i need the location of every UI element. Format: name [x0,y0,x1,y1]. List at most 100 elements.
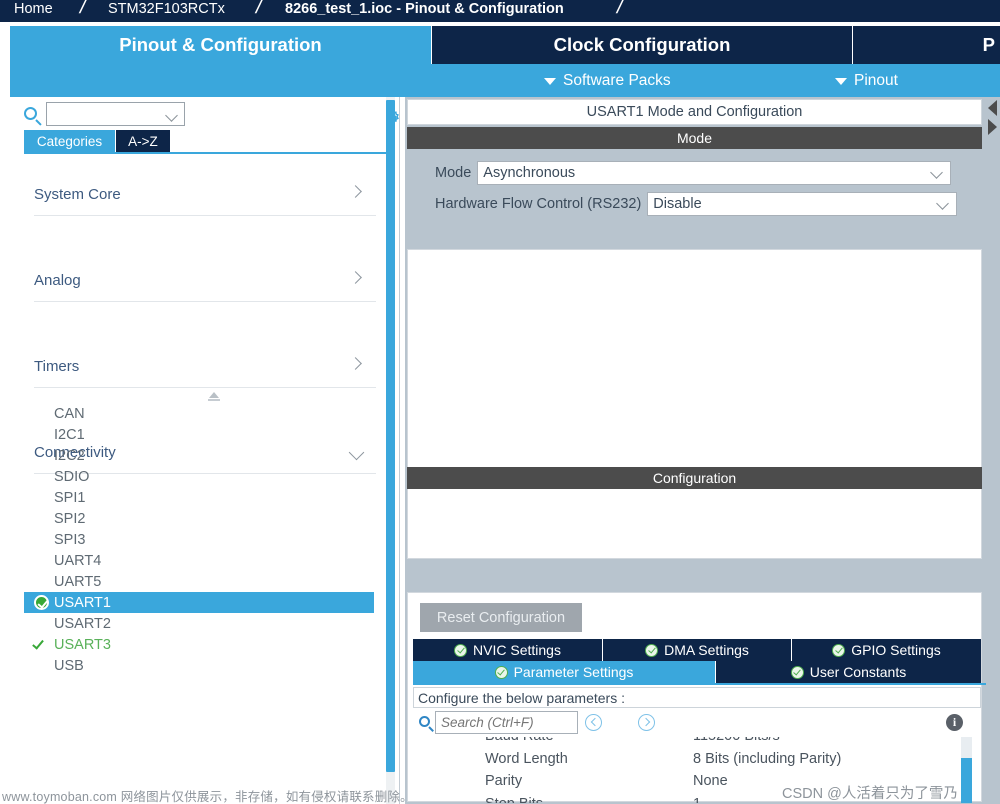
parameter-scrollbar-thumb[interactable] [961,758,972,803]
search-combo[interactable] [46,102,185,126]
info-icon[interactable]: i [946,714,963,731]
check-circle-icon [494,665,508,679]
chevron-down-icon [936,197,950,210]
check-circle-icon [832,643,846,657]
flow-control-select[interactable]: Disable [647,192,958,216]
menu-software-packs-label: Software Packs [563,71,671,89]
peripheral-i2c2[interactable]: I2C2 [24,445,374,466]
peripheral-list: CAN I2C1 I2C2 SDIO SPI1 SPI2 SPI3 UART4 … [24,403,374,676]
peripheral-label: USART3 [54,636,111,653]
chevron-right-icon [349,185,362,198]
breadcrumb-separator: / [614,0,626,18]
scroll-up-arrow-icon[interactable] [207,389,221,401]
peripheral-label: CAN [54,405,85,422]
table-row[interactable]: Baud Rate 115200 Bits/s [413,737,981,748]
peripheral-usart3[interactable]: USART3 [24,634,374,655]
breadcrumb-separator: / [253,0,265,18]
chevron-down-icon [930,166,944,179]
peripheral-label: USB [54,657,84,674]
sidebar-category-analog[interactable]: Analog [34,259,376,302]
breadcrumb-separator: / [77,0,89,18]
tab-gpio-settings[interactable]: GPIO Settings [792,639,981,661]
tab-clock-configuration[interactable]: Clock Configuration [432,26,852,64]
peripheral-spi3[interactable]: SPI3 [24,529,374,550]
menu-pinout[interactable]: Pinout [835,64,898,97]
peripheral-usart2[interactable]: USART2 [24,613,374,634]
chevron-right-icon [349,357,362,370]
peripheral-can[interactable]: CAN [24,403,374,424]
breadcrumb-item-home[interactable]: Home [14,0,53,20]
parameter-search-input[interactable] [435,711,578,734]
configure-note: Configure the below parameters : [413,687,981,708]
flow-control-field-row: Hardware Flow Control (RS232) Disable [435,192,958,216]
peripheral-usb[interactable]: USB [24,655,374,676]
parameter-value: 8 Bits (including Parity) [693,750,842,767]
chevron-down-icon [544,78,556,85]
tab-dma-settings[interactable]: DMA Settings [603,639,792,661]
chevron-down-icon [165,109,178,122]
parameter-name: Parity [485,773,523,790]
peripheral-sidebar: Categories A->Z System Core Analog Timer… [10,97,400,804]
breadcrumb-item-mcu[interactable]: STM32F103RCTx [108,0,225,20]
sidebar-category-label: Timers [34,357,80,375]
chevron-right-circle-icon[interactable] [638,714,655,731]
tab-project-manager[interactable]: P [853,26,1000,64]
mode-field-row: Mode Asynchronous [435,161,952,185]
tab-dma-label: DMA Settings [664,642,749,658]
peripheral-spi2[interactable]: SPI2 [24,508,374,529]
tab-user-constants[interactable]: User Constants [716,661,981,683]
parameter-search-row: i [413,710,981,736]
menu-software-packs[interactable]: Software Packs [544,64,671,97]
chevron-left-circle-icon[interactable] [585,714,602,731]
tab-nvic-settings[interactable]: NVIC Settings [413,639,603,661]
collapse-right-arrow-icon[interactable] [988,119,997,135]
stm32cubemx-window: Home / STM32F103RCTx / 8266_test_1.ioc -… [0,0,1000,804]
tab-a-to-z[interactable]: A->Z [116,130,170,152]
peripheral-tree: System Core Analog Timers Connectivity C… [24,154,386,804]
peripheral-uart5[interactable]: UART5 [24,571,374,592]
peripheral-label: SPI3 [54,531,86,548]
peripheral-uart4[interactable]: UART4 [24,550,374,571]
search-icon [24,107,37,120]
peripheral-sdio[interactable]: SDIO [24,466,374,487]
check-circle-icon [454,643,468,657]
peripheral-usart1[interactable]: USART1 [24,592,374,613]
mode-select[interactable]: Asynchronous [477,161,952,185]
menu-pinout-label: Pinout [854,71,898,89]
peripheral-label: UART4 [54,552,102,569]
parameter-value: 115200 Bits/s [693,737,780,744]
search-input[interactable] [50,104,160,124]
sidebar-scrollbar-thumb[interactable] [386,100,395,772]
tab-underline [413,683,986,685]
peripheral-label: SPI2 [54,510,86,527]
sidebar-category-timers[interactable]: Timers [34,345,376,388]
peripheral-spi1[interactable]: SPI1 [24,487,374,508]
reset-configuration-button[interactable]: Reset Configuration [420,603,582,632]
watermark-right: CSDN @人活着只为了雪乃 [782,786,958,802]
tab-parameter-label: Parameter Settings [513,664,634,680]
check-circle-icon [790,665,804,679]
collapse-left-arrow-icon[interactable] [988,100,997,116]
configuration-body: Reset Configuration NVIC Settings DMA Se… [407,592,986,803]
main-tab-strip: Pinout & Configuration Clock Configurati… [10,26,1000,64]
breadcrumb-item-project[interactable]: 8266_test_1.ioc - Pinout & Configuration [285,0,564,20]
table-row[interactable]: Word Length 8 Bits (including Parity) [413,748,981,771]
sidebar-category-system-core[interactable]: System Core [34,173,376,216]
watermark-left: www.toymoban.com 网络图片仅供展示，非存储，如有侵权请联系删除。 [2,790,413,804]
left-edge-strip [0,22,10,804]
tab-parameter-settings[interactable]: Parameter Settings [413,661,716,683]
peripheral-label: I2C2 [54,447,85,464]
peripheral-i2c1[interactable]: I2C1 [24,424,374,445]
chevron-down-icon [835,78,847,85]
configuration-section-header: Configuration [407,467,982,489]
tab-gpio-label: GPIO Settings [851,642,941,658]
tab-nvic-label: NVIC Settings [473,642,561,658]
tab-categories[interactable]: Categories [24,130,115,152]
panel-collapse-strip [988,97,1000,804]
flow-control-label: Hardware Flow Control (RS232) [435,196,642,212]
parameter-name: Stop Bits [485,796,543,803]
peripheral-label: SDIO [54,468,90,485]
mode-select-value: Asynchronous [483,165,576,181]
tab-pinout-configuration[interactable]: Pinout & Configuration [10,26,431,64]
check-circle-icon [34,595,49,610]
